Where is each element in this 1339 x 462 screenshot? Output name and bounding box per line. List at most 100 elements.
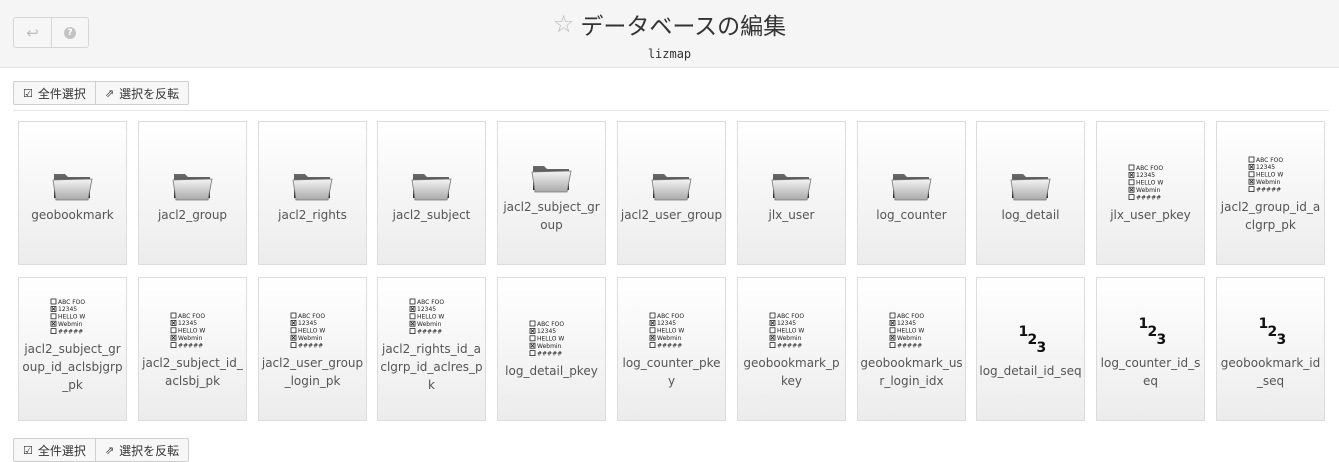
index-checklist-icon: ABC FOO12345HELLO WWebmin##### bbox=[290, 312, 325, 349]
star-icon[interactable]: ☆ bbox=[553, 10, 575, 38]
tile-label: geobookmark_pkey bbox=[743, 356, 840, 388]
svg-text:ABC FOO: ABC FOO bbox=[777, 313, 804, 320]
svg-text:ABC FOO: ABC FOO bbox=[657, 313, 684, 320]
tile-label: jacl2_user_group bbox=[620, 208, 723, 222]
svg-text:12345: 12345 bbox=[417, 306, 436, 313]
tile-label: jlx_user_pkey bbox=[1110, 208, 1191, 222]
table-tile[interactable]: jacl2_rights bbox=[258, 121, 367, 265]
index-tile[interactable]: ABC FOO 12345 HELLO W Webmin ##### jacl2_subj… bbox=[138, 277, 247, 421]
select-all-button-bottom[interactable]: ☑ 全件選択 bbox=[14, 439, 95, 461]
svg-text:ABC FOO: ABC FOO bbox=[178, 313, 205, 320]
selection-toolbar-bottom: ☑ 全件選択 ⇗ 選択を反転 bbox=[13, 438, 190, 462]
index-checklist-icon: ABC FOO12345HELLO WWebmin##### bbox=[769, 312, 804, 349]
svg-text:12345: 12345 bbox=[1136, 172, 1155, 179]
table-tile[interactable]: jacl2_subject_group bbox=[497, 121, 606, 265]
svg-text:Webmin: Webmin bbox=[417, 321, 442, 328]
table-tile[interactable]: jacl2_user_group bbox=[617, 121, 726, 265]
svg-text:ABC FOO: ABC FOO bbox=[1136, 165, 1163, 172]
svg-text:Webmin: Webmin bbox=[178, 335, 203, 342]
index-checklist-icon: ABC FOO12345HELLO WWebmin##### bbox=[170, 312, 205, 349]
tile-label: log_counter_pkey bbox=[622, 356, 721, 388]
svg-text:Webmin: Webmin bbox=[657, 335, 682, 342]
svg-text:HELLO W: HELLO W bbox=[1136, 180, 1163, 187]
tile-icon-wrap: ABC FOO 12345 HELLO W Webmin ##### bbox=[858, 278, 965, 350]
index-checklist-icon: ABC FOO12345HELLO WWebmin##### bbox=[529, 320, 564, 357]
folder-icon bbox=[771, 174, 811, 201]
page-title: ☆ データベースの編集 bbox=[552, 10, 787, 40]
table-tile[interactable]: geobookmark bbox=[18, 121, 127, 265]
index-tile[interactable]: ABC FOO 12345 HELLO W Webmin ##### log_detail… bbox=[497, 277, 606, 421]
svg-text:HELLO W: HELLO W bbox=[417, 314, 444, 321]
tile-icon-wrap: 123 bbox=[1097, 278, 1204, 350]
table-tile[interactable]: jacl2_group bbox=[138, 121, 247, 265]
index-tile[interactable]: ABC FOO 12345 HELLO W Webmin ##### jlx_user_p… bbox=[1096, 121, 1205, 265]
invert-selection-button[interactable]: ⇗ 選択を反転 bbox=[94, 82, 188, 104]
index-tile[interactable]: ABC FOO 12345 HELLO W Webmin ##### log_counte… bbox=[617, 277, 726, 421]
svg-text:#####: ##### bbox=[537, 350, 562, 357]
tile-label: jacl2_user_group_login_pk bbox=[261, 356, 364, 388]
folder-icon bbox=[52, 174, 92, 201]
sequence-tile[interactable]: 1 2 3 geobookmark_id_seq bbox=[1216, 277, 1325, 421]
folder-icon bbox=[1010, 174, 1050, 201]
index-tile[interactable]: ABC FOO 12345 HELLO W Webmin ##### geobookmar… bbox=[857, 277, 966, 421]
sequence-digit: 3 bbox=[1156, 332, 1167, 348]
table-tile[interactable]: log_counter bbox=[857, 121, 966, 265]
select-all-button[interactable]: ☑ 全件選択 bbox=[14, 82, 95, 104]
svg-text:ABC FOO: ABC FOO bbox=[417, 299, 444, 306]
svg-text:Webmin: Webmin bbox=[1136, 187, 1161, 194]
tile-icon-wrap bbox=[498, 122, 605, 194]
selection-toolbar: ☑ 全件選択 ⇗ 選択を反転 bbox=[13, 81, 190, 105]
check-square-icon: ☑ bbox=[23, 443, 33, 457]
tile-label: geobookmark_id_seq bbox=[1220, 356, 1321, 388]
svg-text:#####: ##### bbox=[657, 342, 682, 349]
svg-text:ABC FOO: ABC FOO bbox=[298, 313, 325, 320]
share-icon: ⇗ bbox=[104, 443, 115, 457]
table-tile[interactable]: log_detail bbox=[976, 121, 1085, 265]
sequence-icon: 123 bbox=[1255, 316, 1287, 350]
tile-label: jacl2_subject bbox=[392, 208, 471, 222]
tile-label: jlx_user bbox=[768, 208, 815, 222]
svg-text:12345: 12345 bbox=[178, 320, 197, 327]
tile-icon-wrap: ABC FOO 12345 HELLO W Webmin ##### bbox=[1217, 122, 1324, 194]
sequence-tile[interactable]: 1 2 3 log_counter_id_seq bbox=[1096, 277, 1205, 421]
svg-text:Webmin: Webmin bbox=[58, 321, 83, 328]
svg-text:12345: 12345 bbox=[777, 320, 796, 327]
table-tile[interactable]: jacl2_subject bbox=[377, 121, 486, 265]
divider bbox=[13, 110, 1329, 111]
index-tile[interactable]: ABC FOO 12345 HELLO W Webmin ##### jacl2_righ… bbox=[377, 277, 486, 421]
svg-text:#####: ##### bbox=[777, 342, 802, 349]
tile-label: log_detail_pkey bbox=[505, 364, 598, 378]
tile-label: jacl2_group bbox=[157, 208, 228, 222]
svg-text:ABC FOO: ABC FOO bbox=[58, 299, 85, 306]
tile-label: jacl2_subject_group_id_aclsbjgrp_pk bbox=[22, 342, 123, 392]
sequence-icon: 123 bbox=[1135, 316, 1167, 350]
svg-text:HELLO W: HELLO W bbox=[657, 328, 684, 335]
sequence-tile[interactable]: 1 2 3 log_detail_id_seq bbox=[976, 277, 1085, 421]
tile-icon-wrap: ABC FOO 12345 HELLO W Webmin ##### bbox=[498, 278, 605, 358]
index-checklist-icon: ABC FOO12345HELLO WWebmin##### bbox=[409, 298, 444, 335]
index-tile[interactable]: ABC FOO 12345 HELLO W Webmin ##### jacl2_grou… bbox=[1216, 121, 1325, 265]
index-tile[interactable]: ABC FOO 12345 HELLO W Webmin ##### jacl2_user… bbox=[258, 277, 367, 421]
tile-icon-wrap bbox=[858, 122, 965, 202]
tile-label: jacl2_group_id_aclgrp_pk bbox=[1220, 200, 1321, 232]
svg-text:Webmin: Webmin bbox=[537, 343, 562, 350]
index-tile[interactable]: ABC FOO 12345 HELLO W Webmin ##### geobookmar… bbox=[737, 277, 846, 421]
svg-text:#####: ##### bbox=[298, 342, 323, 349]
tile-icon-wrap bbox=[259, 122, 366, 202]
svg-text:#####: ##### bbox=[1136, 194, 1161, 201]
tile-label: log_detail_id_seq bbox=[979, 364, 1082, 378]
index-checklist-icon: ABC FOO12345HELLO WWebmin##### bbox=[649, 312, 684, 349]
svg-text:Webmin: Webmin bbox=[1256, 179, 1281, 186]
table-tile[interactable]: jlx_user bbox=[737, 121, 846, 265]
index-checklist-icon: ABC FOO12345HELLO WWebmin##### bbox=[1248, 156, 1283, 193]
svg-text:12345: 12345 bbox=[1256, 164, 1275, 171]
sequence-digit: 3 bbox=[1036, 340, 1047, 356]
folder-icon bbox=[651, 174, 691, 201]
index-tile[interactable]: ABC FOO 12345 HELLO W Webmin ##### jacl2_subj… bbox=[18, 277, 127, 421]
svg-text:ABC FOO: ABC FOO bbox=[1256, 157, 1283, 164]
svg-text:12345: 12345 bbox=[657, 320, 676, 327]
invert-selection-button-bottom[interactable]: ⇗ 選択を反転 bbox=[94, 439, 188, 461]
svg-text:ABC FOO: ABC FOO bbox=[537, 321, 564, 328]
tile-label: log_counter bbox=[876, 208, 947, 222]
tile-label: log_detail bbox=[1001, 208, 1060, 222]
